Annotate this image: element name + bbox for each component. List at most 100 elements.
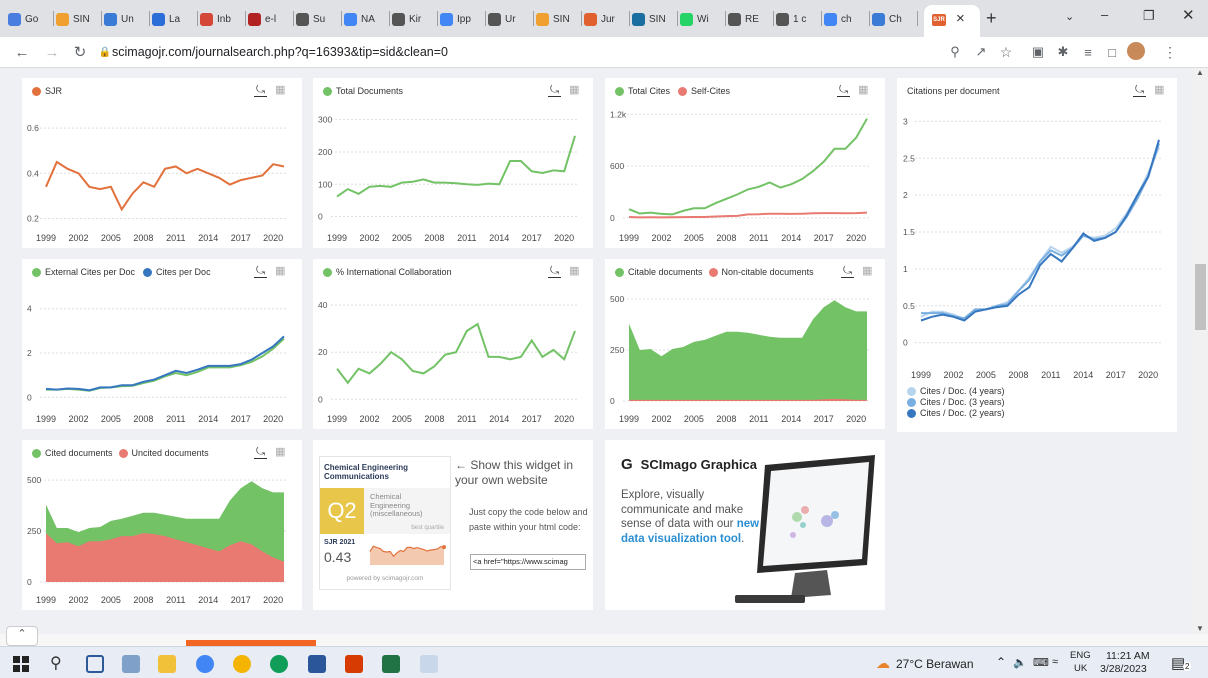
browser-tab[interactable]: Ur (488, 7, 532, 31)
tab-favicon-icon (440, 12, 453, 26)
menu-kebab-icon[interactable]: ⋮ (1160, 42, 1180, 62)
tab-separator (53, 11, 54, 26)
new-tab-button[interactable]: + (986, 8, 997, 29)
speaker-icon[interactable]: 🔈 (1013, 656, 1027, 669)
weather-text[interactable]: 27°C Berawan (896, 657, 974, 671)
browser-tab[interactable]: Wi (680, 7, 724, 31)
tab-separator (725, 11, 726, 26)
browser-tab[interactable]: Kir (392, 7, 436, 31)
x-tick-label: 2017 (231, 595, 251, 605)
zoom-icon[interactable]: ⚲ (945, 42, 965, 62)
weather-icon[interactable]: ☁ (876, 655, 890, 672)
journal-widget[interactable]: Chemical Engineering Communications Q2 C… (319, 456, 451, 590)
chrome-profile-2-icon[interactable] (233, 655, 251, 673)
browser-tab[interactable]: SIN (632, 7, 676, 31)
line-series (336, 322, 576, 385)
side-panel-icon[interactable]: □ (1102, 42, 1122, 62)
external-cites-chart-card: External Cites per Doc Cites per Doc ⤿ ▦ 0… (22, 259, 302, 429)
browser-tab[interactable]: Jur (584, 7, 628, 31)
clock-time[interactable]: 11:21 AM (1106, 650, 1150, 662)
paint-icon[interactable] (420, 655, 438, 673)
back-icon[interactable]: ← (12, 42, 32, 62)
page-scrollbar[interactable]: ▲ ▼ (1193, 68, 1208, 634)
active-tab[interactable]: SJR × (924, 5, 980, 37)
x-tick-label: 2017 (522, 414, 542, 424)
snip-tool-icon[interactable] (122, 655, 140, 673)
browser-tab[interactable]: Su (296, 7, 340, 31)
browser-tab[interactable]: Ipp (440, 7, 484, 31)
tab-favicon-icon (632, 12, 645, 26)
x-tick-label: 2011 (1041, 370, 1060, 380)
region-label[interactable]: UK (1074, 663, 1087, 674)
tab-label: NA (361, 13, 375, 25)
tray-chevron-icon[interactable]: ⌃ (996, 655, 1006, 669)
media-control-icon[interactable]: ≡ (1078, 42, 1098, 62)
tab-label: La (169, 13, 181, 25)
x-tick-label: 2017 (231, 414, 251, 424)
extensions-icon[interactable]: ✱ (1053, 42, 1073, 62)
line-series (920, 139, 1160, 322)
x-tick-label: 2002 (943, 370, 963, 380)
word-icon[interactable] (308, 655, 326, 673)
scroll-top-chevron-icon[interactable]: ⌃ (6, 626, 38, 646)
forward-icon[interactable]: → (42, 42, 62, 62)
legend-dot-icon (907, 409, 916, 418)
citations-per-doc-legend: Cites / Doc. (4 years) Cites / Doc. (3 y… (907, 386, 1005, 419)
browser-tab[interactable]: e-l (248, 7, 292, 31)
browser-tab[interactable]: Inb (200, 7, 244, 31)
graphica-card: G SCImago Graphica Explore, visually comm… (605, 440, 885, 610)
tab-label: ch (841, 13, 852, 25)
browser-tab[interactable]: SIN (56, 7, 100, 31)
task-view-icon[interactable] (86, 655, 104, 673)
search-icon[interactable]: ⚲ (50, 653, 62, 673)
profile-avatar[interactable] (1127, 42, 1145, 60)
line-series (921, 143, 1160, 320)
tab-label: Inb (217, 13, 231, 25)
intl-collab-chart: 0 20 40 1999 2002 2005 2008 2011 2014 2017 2020 (318, 300, 579, 424)
chrome-profile-3-icon[interactable] (270, 655, 288, 673)
browser-tab[interactable]: RE (728, 7, 772, 31)
chrome-icon[interactable] (196, 655, 214, 673)
file-explorer-icon[interactable] (158, 655, 176, 673)
keyboard-icon[interactable]: ⌨ (1033, 656, 1049, 669)
tab-label: 1 c (793, 13, 807, 25)
scroll-up-icon[interactable]: ▲ (1196, 68, 1204, 77)
acrobat-icon[interactable] (345, 655, 363, 673)
url-bar[interactable]: scimagojr.com/journalsearch.php?q=16393&… (112, 45, 448, 59)
close-tab-icon[interactable]: × (956, 10, 965, 27)
browser-tab[interactable]: La (152, 7, 196, 31)
browser-tab[interactable]: Un (104, 7, 148, 31)
browser-tab[interactable]: Ch (872, 7, 916, 31)
windows-start-icon[interactable] (13, 656, 29, 672)
browser-tab[interactable]: 1 c (776, 7, 820, 31)
wifi-icon[interactable]: ≈ (1052, 656, 1058, 668)
browser-tab[interactable]: Go (8, 7, 52, 31)
scroll-down-icon[interactable]: ▼ (1196, 624, 1204, 633)
x-tick-label: 2014 (489, 233, 509, 243)
clock-date[interactable]: 3/28/2023 (1100, 663, 1147, 675)
tab-separator (773, 11, 774, 26)
tab-search-chevron-icon[interactable]: ⌄ (1065, 10, 1074, 23)
minimize-icon[interactable]: – (1101, 7, 1108, 22)
lang-label[interactable]: ENG (1070, 650, 1091, 661)
x-tick-label: 1999 (36, 414, 56, 424)
total-docs-chart: 0 100 200 300 1999 2002 2005 2008 2011 2014 2017 20… (318, 115, 579, 243)
browser-tab[interactable]: NA (344, 7, 388, 31)
tab-separator (821, 11, 822, 26)
browser-tab[interactable]: ch (824, 7, 868, 31)
widget-code-input[interactable]: <a href="https://www.scimag (470, 554, 586, 570)
reload-icon[interactable]: ↻ (70, 42, 90, 62)
x-tick-label: 1999 (36, 595, 56, 605)
reading-list-icon[interactable]: ▣ (1028, 42, 1048, 62)
scrollbar-thumb[interactable] (1195, 264, 1206, 330)
restore-icon[interactable]: ❐ (1143, 8, 1155, 24)
share-icon[interactable]: ↗ (971, 42, 991, 62)
y-tick-label: 1 (903, 264, 908, 274)
browser-tab[interactable]: SIN (536, 7, 580, 31)
bookmark-star-icon[interactable]: ☆ (996, 42, 1016, 62)
x-tick-label: 1999 (619, 233, 639, 243)
excel-icon[interactable] (382, 655, 400, 673)
y-tick-label: 2.5 (903, 153, 915, 163)
y-tick-label: 0 (318, 394, 323, 404)
close-window-icon[interactable]: ✕ (1182, 6, 1195, 24)
